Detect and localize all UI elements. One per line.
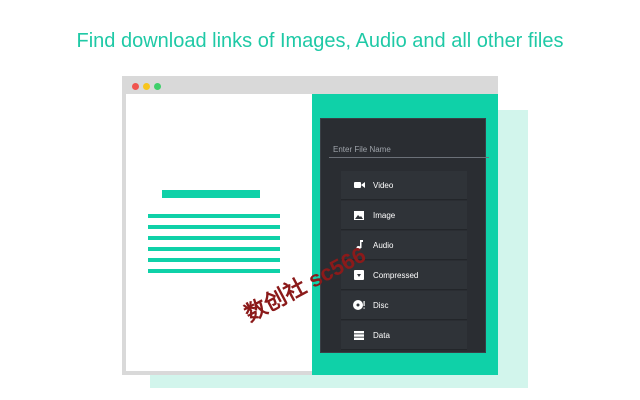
window-maximize-dot (154, 83, 161, 90)
doc-text-line (148, 258, 280, 262)
database-icon (351, 330, 367, 340)
file-name-search-input[interactable] (329, 141, 489, 158)
category-label: Disc (373, 300, 389, 310)
headline: Find download links of Images, Audio and… (76, 30, 564, 52)
image-icon (351, 210, 367, 220)
webpage-content (126, 94, 314, 371)
category-label: Compressed (373, 270, 419, 280)
window-close-dot (132, 83, 139, 90)
doc-text-line (148, 247, 280, 251)
disc-icon (351, 300, 367, 310)
category-image[interactable]: Image (341, 201, 467, 230)
extension-popup: Video Image Audio Compressed (320, 118, 489, 353)
category-data[interactable]: Data (341, 321, 467, 350)
doc-text-line (148, 225, 280, 229)
doc-heading-bar (162, 190, 260, 198)
category-label: Video (373, 180, 394, 190)
category-video[interactable]: Video (341, 171, 467, 200)
doc-text-line (148, 269, 280, 273)
category-disc[interactable]: Disc (341, 291, 467, 320)
video-camera-icon (351, 181, 367, 189)
window-minimize-dot (143, 83, 150, 90)
window-titlebar (122, 76, 498, 94)
category-label: Data (373, 330, 390, 340)
doc-text-line (148, 214, 280, 218)
category-label: Audio (373, 240, 394, 250)
doc-text-line (148, 236, 280, 240)
category-label: Image (373, 210, 396, 220)
browser-window-illustration: Video Image Audio Compressed (122, 76, 498, 375)
